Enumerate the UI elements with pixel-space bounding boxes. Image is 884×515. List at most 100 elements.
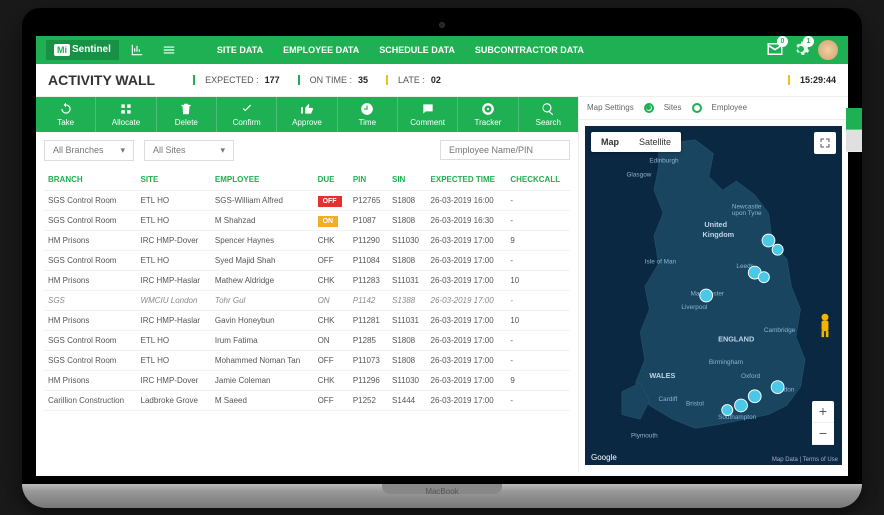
table-cell: SGS Control Room bbox=[44, 350, 137, 370]
map-panel: Map Settings Sites Employee Map Satellit… bbox=[578, 97, 848, 471]
table-cell: P1285 bbox=[349, 330, 388, 350]
table-cell: SGS Control Room bbox=[44, 330, 137, 350]
tab-map[interactable]: Map bbox=[591, 132, 629, 152]
tool-take[interactable]: Take bbox=[36, 97, 96, 132]
zoom-in-button[interactable]: + bbox=[812, 401, 834, 423]
table-cell: - bbox=[506, 390, 570, 410]
radio-employee[interactable] bbox=[692, 103, 702, 113]
tool-approve[interactable]: Approve bbox=[277, 97, 337, 132]
col-header[interactable]: CHECKCALL bbox=[506, 169, 570, 191]
table-row[interactable]: SGS Control RoomETL HOM ShahzadONP1087S1… bbox=[44, 210, 570, 230]
table-cell: Mathew Aldridge bbox=[211, 270, 314, 290]
tool-delete[interactable]: Delete bbox=[157, 97, 217, 132]
tab-satellite[interactable]: Satellite bbox=[629, 132, 681, 152]
tool-comment[interactable]: Comment bbox=[398, 97, 458, 132]
table-row[interactable]: SGS Control RoomETL HOSGS-William Alfred… bbox=[44, 190, 570, 210]
side-tab-1[interactable] bbox=[846, 108, 848, 130]
table-cell: ETL HO bbox=[137, 210, 211, 230]
col-header[interactable]: EXPECTED TIME bbox=[427, 169, 507, 191]
table-cell: 10 bbox=[506, 270, 570, 290]
table-row[interactable]: HM PrisonsIRC HMP-DoverJamie ColemanCHKP… bbox=[44, 370, 570, 390]
brand-logo[interactable]: Mi Sentinel bbox=[46, 40, 119, 60]
activity-table[interactable]: BRANCHSITEEMPLOYEEDUEPINSINEXPECTED TIME… bbox=[36, 169, 578, 471]
search-icon bbox=[541, 102, 555, 116]
table-cell: OFF bbox=[314, 390, 349, 410]
tool-confirm[interactable]: Confirm bbox=[217, 97, 277, 132]
svg-text:Cardiff: Cardiff bbox=[659, 395, 678, 402]
table-cell: P11281 bbox=[349, 310, 388, 330]
mail-button[interactable]: 0 bbox=[766, 40, 784, 60]
table-row[interactable]: HM PrisonsIRC HMP-HaslarGavin HoneybunCH… bbox=[44, 310, 570, 330]
table-cell: P11296 bbox=[349, 370, 388, 390]
table-cell: M Saeed bbox=[211, 390, 314, 410]
table-row[interactable]: HM PrisonsIRC HMP-DoverSpencer HaynesCHK… bbox=[44, 230, 570, 250]
tool-tracker[interactable]: Tracker bbox=[458, 97, 518, 132]
map-container[interactable]: Map Satellite Edinburgh Glasgow United K… bbox=[585, 126, 842, 465]
settings-button[interactable]: 1 bbox=[792, 40, 810, 60]
page-title: ACTIVITY WALL bbox=[48, 72, 155, 88]
radio-sites[interactable] bbox=[644, 103, 654, 113]
col-header[interactable]: SITE bbox=[137, 169, 211, 191]
pegman-icon[interactable] bbox=[816, 312, 834, 338]
table-row[interactable]: Carillion ConstructionLadbroke GroveM Sa… bbox=[44, 390, 570, 410]
chart-icon bbox=[130, 43, 144, 57]
fullscreen-icon bbox=[819, 137, 831, 149]
map-terms[interactable]: Map Data | Terms of Use bbox=[772, 457, 838, 463]
filter-sites[interactable]: All Sites▾ bbox=[144, 140, 234, 161]
tool-search[interactable]: Search bbox=[519, 97, 578, 132]
table-row[interactable]: SGS Control RoomETL HOIrum FatimaONP1285… bbox=[44, 330, 570, 350]
search-input[interactable] bbox=[440, 140, 570, 160]
check-icon bbox=[240, 102, 254, 116]
table-cell: ETL HO bbox=[137, 350, 211, 370]
nav-employee-data[interactable]: EMPLOYEE DATA bbox=[283, 45, 359, 55]
map-attribution: Google bbox=[591, 453, 617, 462]
table-cell: SGS Control Room bbox=[44, 250, 137, 270]
col-header[interactable]: EMPLOYEE bbox=[211, 169, 314, 191]
svg-text:WALES: WALES bbox=[649, 370, 675, 379]
table-cell: 26-03-2019 17:00 bbox=[427, 250, 507, 270]
stat-expected: EXPECTED : 177 bbox=[193, 75, 280, 85]
svg-text:Isle of Man: Isle of Man bbox=[645, 258, 677, 265]
tool-time[interactable]: Time bbox=[338, 97, 398, 132]
filter-bar: All Branches▾ All Sites▾ bbox=[36, 132, 578, 169]
table-cell: 26-03-2019 17:00 bbox=[427, 390, 507, 410]
table-cell: P11084 bbox=[349, 250, 388, 270]
table-cell: IRC HMP-Dover bbox=[137, 230, 211, 250]
menu-button[interactable] bbox=[155, 40, 183, 60]
tool-allocate[interactable]: Allocate bbox=[96, 97, 156, 132]
tree-icon bbox=[119, 102, 133, 116]
svg-text:Southampton: Southampton bbox=[718, 414, 757, 421]
table-row[interactable]: HM PrisonsIRC HMP-HaslarMathew AldridgeC… bbox=[44, 270, 570, 290]
side-tab-2[interactable] bbox=[846, 130, 848, 152]
svg-text:United: United bbox=[704, 219, 727, 228]
table-cell: P1087 bbox=[349, 210, 388, 230]
table-cell: P11290 bbox=[349, 230, 388, 250]
nav-site-data[interactable]: SITE DATA bbox=[217, 45, 263, 55]
col-header[interactable]: BRANCH bbox=[44, 169, 137, 191]
col-header[interactable]: SIN bbox=[388, 169, 427, 191]
zoom-out-button[interactable]: − bbox=[812, 423, 834, 445]
stat-clock: 15:29:44 bbox=[788, 75, 836, 85]
table-row[interactable]: SGS Control RoomETL HOMohammed Noman Tan… bbox=[44, 350, 570, 370]
table-cell: Spencer Haynes bbox=[211, 230, 314, 250]
table-row[interactable]: SGSWMCIU LondonTohr GulONP1142S138826-03… bbox=[44, 290, 570, 310]
col-header[interactable]: PIN bbox=[349, 169, 388, 191]
table-cell: S1808 bbox=[388, 210, 427, 230]
dashboard-button[interactable] bbox=[123, 40, 151, 60]
table-cell: SGS Control Room bbox=[44, 210, 137, 230]
nav-schedule-data[interactable]: SCHEDULE DATA bbox=[379, 45, 455, 55]
table-cell: S1444 bbox=[388, 390, 427, 410]
svg-text:Bristol: Bristol bbox=[686, 400, 704, 407]
user-avatar[interactable] bbox=[818, 40, 838, 60]
fullscreen-button[interactable] bbox=[814, 132, 836, 154]
map-settings-label[interactable]: Map Settings bbox=[587, 103, 634, 112]
nav-subcontractor-data[interactable]: SUBCONTRACTOR DATA bbox=[475, 45, 584, 55]
filter-branches[interactable]: All Branches▾ bbox=[44, 140, 134, 161]
svg-text:Liverpool: Liverpool bbox=[681, 304, 707, 311]
map-svg: Edinburgh Glasgow United Kingdom Newcast… bbox=[585, 126, 842, 465]
side-tabs bbox=[846, 108, 848, 152]
col-header[interactable]: DUE bbox=[314, 169, 349, 191]
radio-employee-label: Employee bbox=[712, 103, 748, 112]
table-cell: P11283 bbox=[349, 270, 388, 290]
table-row[interactable]: SGS Control RoomETL HOSyed Majid ShahOFF… bbox=[44, 250, 570, 270]
